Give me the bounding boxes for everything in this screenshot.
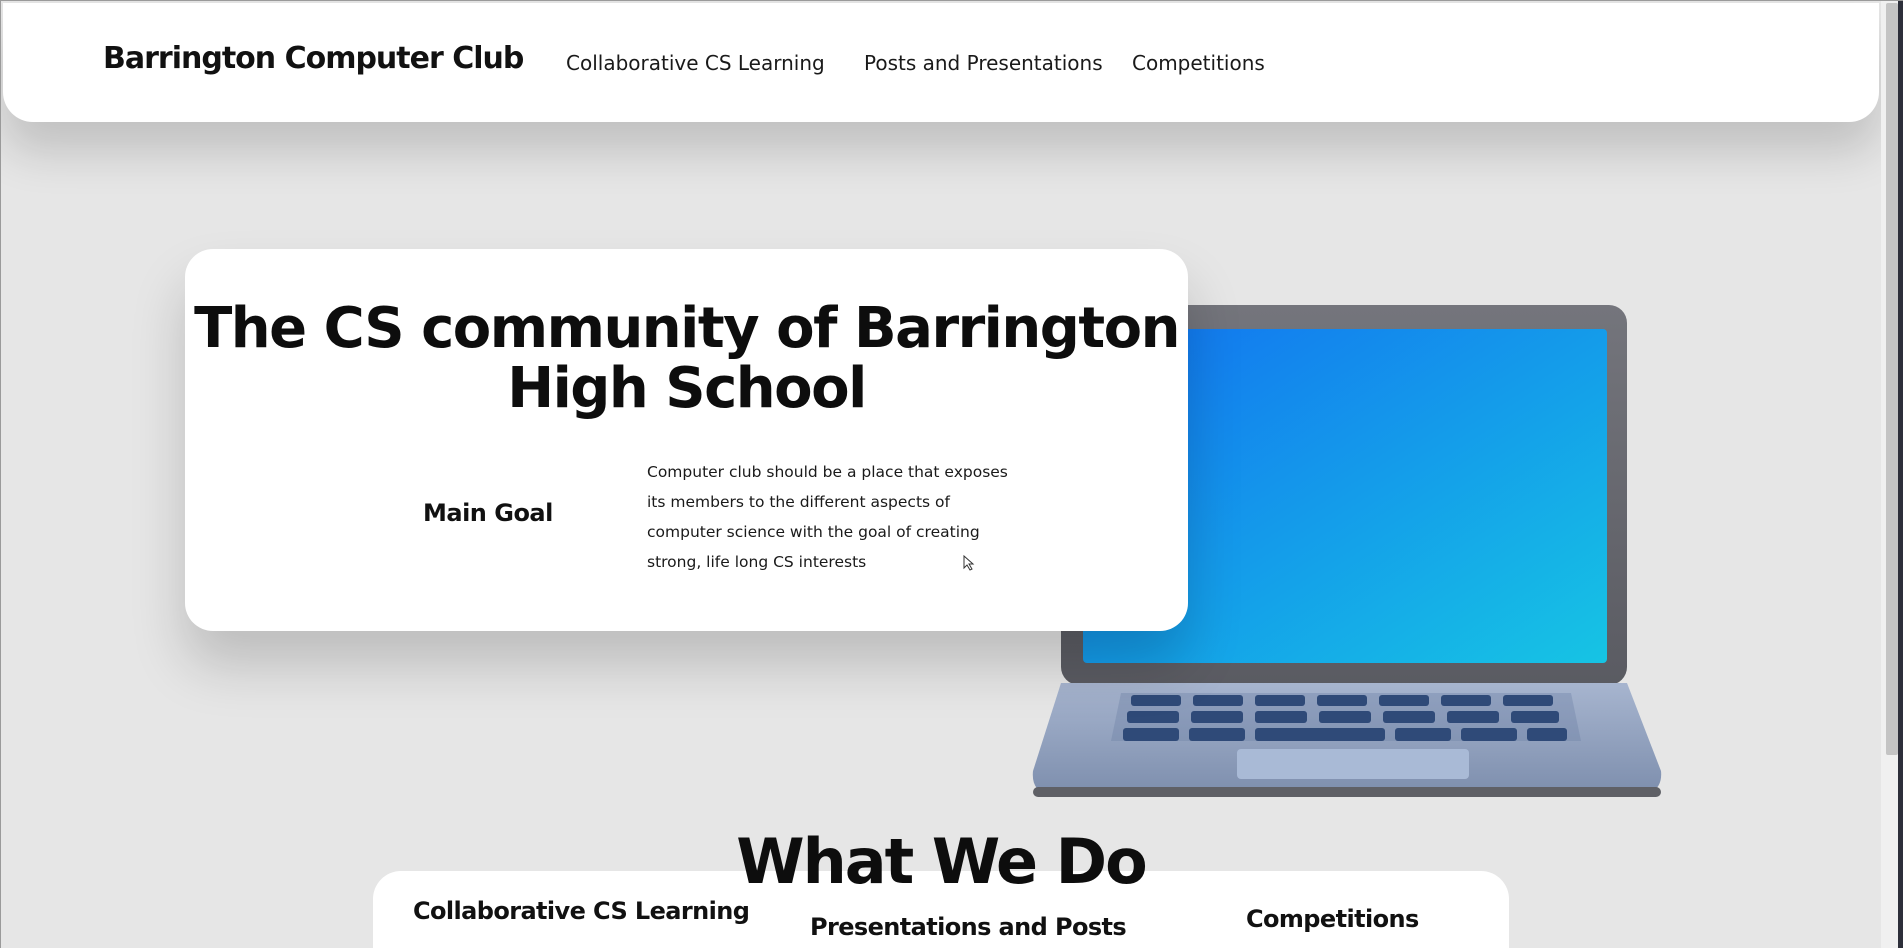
what-we-do-title: What We Do (736, 825, 1147, 898)
vertical-scrollbar[interactable] (1881, 1, 1903, 948)
window-edge (1898, 1, 1903, 948)
feature-collaborative-cs-learning[interactable]: Collaborative CS Learning (413, 897, 750, 925)
page: Barrington Computer Club Collaborative C… (0, 0, 1903, 948)
feature-competitions[interactable]: Competitions (1246, 905, 1419, 933)
hero-title: The CS community of Barrington High Scho… (194, 296, 1180, 421)
hero-card: The CS community of Barrington High Scho… (185, 249, 1188, 631)
feature-presentations-and-posts[interactable]: Presentations and Posts (810, 913, 1127, 941)
nav-collaborative-cs-learning[interactable]: Collaborative CS Learning (566, 51, 825, 75)
site-brand[interactable]: Barrington Computer Club (103, 41, 524, 76)
nav-competitions[interactable]: Competitions (1132, 51, 1265, 75)
mouse-cursor-icon (963, 555, 975, 571)
main-goal-label: Main Goal (423, 499, 553, 527)
scrollbar-thumb[interactable] (1886, 3, 1898, 755)
nav-posts-and-presentations[interactable]: Posts and Presentations (864, 51, 1103, 75)
site-header: Barrington Computer Club Collaborative C… (3, 3, 1879, 122)
